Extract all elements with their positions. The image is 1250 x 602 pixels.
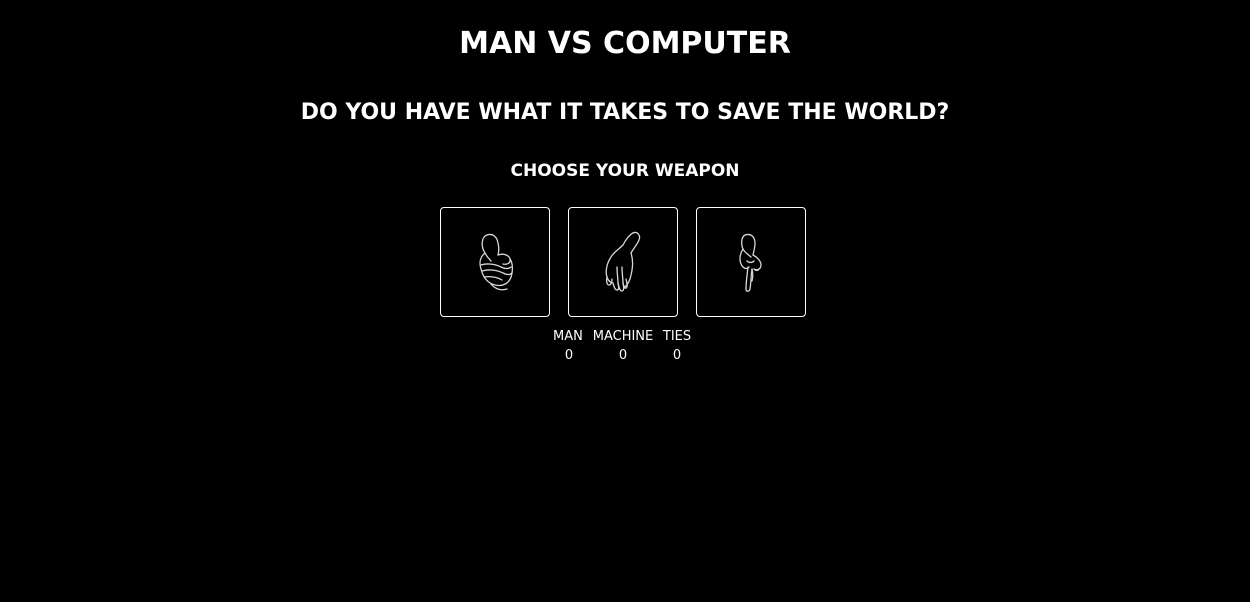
- machine-label: MACHINE: [592, 329, 654, 344]
- machine-score: 0: [618, 348, 628, 363]
- two-fingers-icon: [739, 233, 762, 292]
- ties-score: 0: [672, 348, 682, 363]
- weapon-choices: [440, 207, 810, 317]
- scoreboard: MAN MACHINE TIES 0 0 0: [551, 328, 701, 366]
- scissors-button[interactable]: [696, 207, 806, 317]
- man-score: 0: [564, 348, 574, 363]
- man-label: MAN: [553, 329, 583, 344]
- rock-button[interactable]: [440, 207, 550, 317]
- game-page: MAN VS COMPUTER DO YOU HAVE WHAT IT TAKE…: [0, 0, 1250, 602]
- choose-weapon-heading: CHOOSE YOUR WEAPON: [510, 161, 740, 181]
- page-subtitle: DO YOU HAVE WHAT IT TAKES TO SAVE THE WO…: [300, 100, 950, 125]
- page-title: MAN VS COMPUTER: [459, 26, 791, 61]
- fist-icon: [479, 233, 514, 291]
- open-hand-icon: [605, 231, 641, 292]
- scoreboard-header-row: MAN MACHINE TIES: [551, 328, 701, 346]
- scoreboard-values-row: 0 0 0: [551, 346, 701, 366]
- paper-button[interactable]: [568, 207, 678, 317]
- ties-label: TIES: [662, 329, 692, 344]
